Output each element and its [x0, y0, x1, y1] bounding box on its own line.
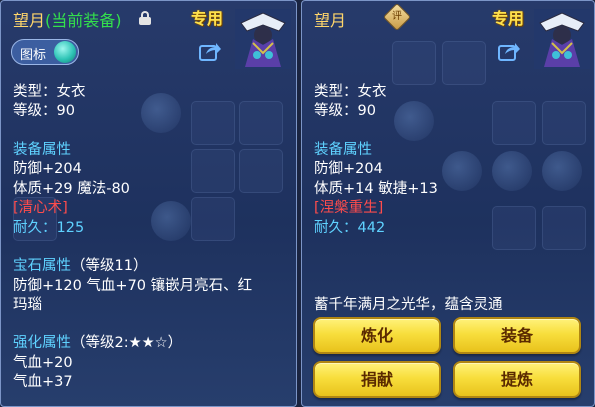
item-type: 类型：女衣	[314, 84, 387, 100]
equip-attr-header: 装备属性	[314, 142, 372, 158]
gem-attr-line2: 玛瑙	[13, 297, 42, 313]
bg-orb	[141, 93, 181, 133]
bg-orb	[542, 151, 582, 191]
gem-attr-line1: 防御+120 气血+70 镶嵌月亮石、红	[13, 278, 253, 294]
bg-slot	[542, 101, 586, 145]
bg-orb	[151, 201, 191, 241]
bg-orb	[442, 151, 482, 191]
gem-attr-row: 宝石属性（等级11）	[13, 254, 147, 275]
extract-button[interactable]: 提炼	[453, 361, 581, 398]
bg-slot	[392, 41, 436, 85]
item-level: 等级：90	[13, 103, 75, 119]
defense-attr: 防御+204	[314, 161, 383, 177]
icon-toggle[interactable]: 图标	[11, 39, 79, 65]
item-title: 望月	[314, 11, 347, 30]
enhance-hp1: 气血+20	[13, 355, 73, 371]
exclusive-label: 专用	[492, 9, 525, 28]
durability: 耐久：442	[314, 216, 385, 237]
durability-label: 耐久：	[314, 220, 358, 236]
equipped-tag: (当前装备)	[45, 11, 122, 30]
bg-slot	[442, 41, 486, 85]
lock-icon[interactable]	[139, 11, 151, 25]
durability-label: 耐久：	[13, 220, 57, 236]
item-title: 望月(当前装备)	[13, 7, 122, 31]
icon-toggle-label: 图标	[20, 48, 47, 63]
gem-level: （等级11）	[71, 258, 148, 274]
item-type: 类型：女衣	[13, 84, 86, 100]
appraise-badge[interactable]: 评	[382, 2, 412, 32]
enhance-attr-row: 强化属性（等级2:★★☆）	[13, 331, 182, 352]
special-skill: [涅槃重生]	[314, 200, 384, 216]
appraise-badge-label: 评	[392, 11, 402, 22]
character-portrait-icon	[534, 9, 590, 69]
refine-button[interactable]: 炼化	[313, 317, 441, 354]
bg-slot	[239, 149, 283, 193]
bg-slot	[492, 206, 536, 250]
character-portrait-icon	[235, 9, 291, 69]
durability-value: 125	[56, 220, 85, 236]
bg-slot	[191, 149, 235, 193]
bg-orb	[492, 151, 532, 191]
enhance-hp2: 气血+37	[13, 374, 73, 390]
stat-attrs: 体质+29 魔法-80	[13, 181, 130, 197]
item-name: 望月	[13, 11, 46, 30]
item-description: 蓄千年满月之光华，蕴含灵通	[314, 297, 503, 313]
durability: 耐久：125	[13, 216, 84, 237]
equip-button[interactable]: 装备	[453, 317, 581, 354]
defense-attr: 防御+204	[13, 161, 82, 177]
gem-attr-header: 宝石属性	[13, 258, 71, 274]
item-level: 等级：90	[314, 103, 376, 119]
exclusive-label: 专用	[191, 9, 224, 28]
donate-button[interactable]: 捐献	[313, 361, 441, 398]
durability-value: 442	[357, 220, 386, 236]
bg-slot	[239, 101, 283, 145]
toggle-knob	[54, 41, 76, 63]
share-icon[interactable]	[498, 41, 520, 61]
stat-attrs: 体质+14 敏捷+13	[314, 181, 438, 197]
share-icon[interactable]	[199, 41, 221, 61]
bg-slot	[191, 197, 235, 241]
bg-slot	[191, 101, 235, 145]
bg-orb	[394, 101, 434, 141]
equip-attr-header: 装备属性	[13, 142, 71, 158]
enhance-level: （等级2:★★☆）	[71, 335, 183, 351]
compare-equipment-tooltip: 望月 评 专用 类型：女衣 等级：90 装备属性 防御+204 体质+14 敏捷…	[301, 0, 595, 407]
enhance-attr-header: 强化属性	[13, 335, 71, 351]
special-skill: [清心术]	[13, 200, 68, 216]
bg-slot	[542, 206, 586, 250]
bg-slot	[492, 101, 536, 145]
current-equipment-tooltip: 望月(当前装备) 专用 图标 类型：女衣 等级：90 装备属性 防御+204 体…	[0, 0, 297, 407]
